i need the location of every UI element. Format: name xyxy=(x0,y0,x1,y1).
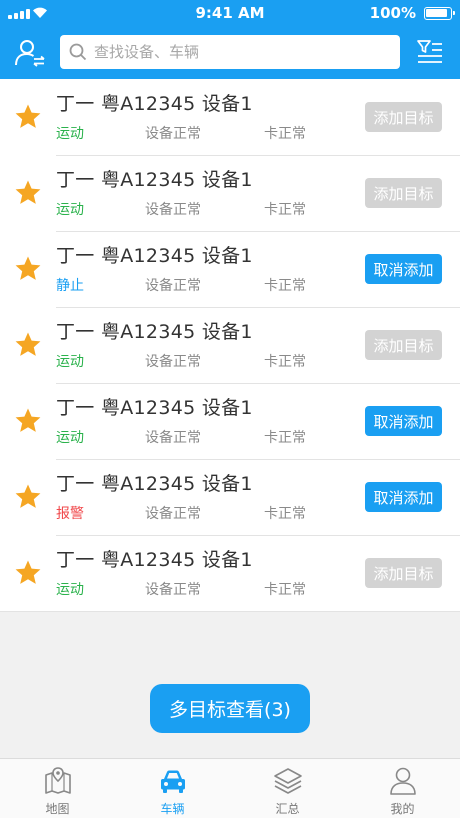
tab-label-map: 地图 xyxy=(45,802,70,816)
card-status: 卡正常 xyxy=(264,354,306,370)
list-item: 丁一 粤A12345 设备1 静止 设备正常 卡正常 取消添加 xyxy=(0,231,460,307)
device-status: 设备正常 xyxy=(145,126,201,142)
vehicle-title: 丁一 粤A12345 设备1 xyxy=(56,473,253,495)
user-switch-icon[interactable] xyxy=(14,38,46,68)
filter-list-icon[interactable] xyxy=(414,38,444,68)
tab-bar: 地图 车辆 汇总 我的 xyxy=(0,758,460,818)
tab-label-summary: 汇总 xyxy=(275,802,300,816)
tab-vehicle[interactable]: 车辆 xyxy=(115,759,230,818)
star-icon[interactable] xyxy=(14,483,42,511)
layers-icon xyxy=(273,768,302,794)
tab-map[interactable]: 地图 xyxy=(0,759,115,818)
vehicle-title: 丁一 粤A12345 设备1 xyxy=(56,321,253,343)
app-header: 9:41 AM 100% xyxy=(0,0,460,79)
tab-label-vehicle: 车辆 xyxy=(160,802,185,816)
target-action-button[interactable]: 取消添加 xyxy=(365,482,442,512)
star-icon[interactable] xyxy=(14,179,42,207)
car-icon xyxy=(160,770,185,793)
motion-status: 报警 xyxy=(56,506,84,522)
person-icon xyxy=(389,767,416,795)
device-status: 设备正常 xyxy=(145,430,201,446)
star-icon[interactable] xyxy=(14,331,42,359)
vehicle-list: 丁一 粤A12345 设备1 运动 设备正常 卡正常 添加目标 丁一 粤A123… xyxy=(0,79,460,612)
search-input[interactable] xyxy=(94,35,390,69)
search-box[interactable] xyxy=(60,35,400,69)
vehicle-title: 丁一 粤A12345 设备1 xyxy=(56,549,253,571)
list-item: 丁一 粤A12345 设备1 运动 设备正常 卡正常 添加目标 xyxy=(0,535,460,611)
card-status: 卡正常 xyxy=(264,582,306,598)
motion-status: 运动 xyxy=(56,430,84,446)
card-status: 卡正常 xyxy=(264,126,306,142)
list-item: 丁一 粤A12345 设备1 运动 设备正常 卡正常 取消添加 xyxy=(0,383,460,459)
multi-target-view-button[interactable]: 多目标查看(3) xyxy=(150,684,310,733)
battery-icon xyxy=(424,7,455,20)
card-status: 卡正常 xyxy=(264,430,306,446)
motion-status: 运动 xyxy=(56,582,84,598)
list-item: 丁一 粤A12345 设备1 运动 设备正常 卡正常 添加目标 xyxy=(0,155,460,231)
list-item: 丁一 粤A12345 设备1 报警 设备正常 卡正常 取消添加 xyxy=(0,459,460,535)
motion-status: 运动 xyxy=(56,354,84,370)
star-icon[interactable] xyxy=(14,559,42,587)
tab-label-mine: 我的 xyxy=(390,802,415,816)
star-icon[interactable] xyxy=(14,103,42,131)
target-action-button[interactable]: 添加目标 xyxy=(365,102,442,132)
card-status: 卡正常 xyxy=(264,506,306,522)
target-action-button[interactable]: 取消添加 xyxy=(365,406,442,436)
status-bar: 9:41 AM 100% xyxy=(0,0,460,26)
target-action-button[interactable]: 取消添加 xyxy=(365,254,442,284)
device-status: 设备正常 xyxy=(145,582,201,598)
device-status: 设备正常 xyxy=(145,202,201,218)
motion-status: 运动 xyxy=(56,126,84,142)
vehicle-title: 丁一 粤A12345 设备1 xyxy=(56,397,253,419)
list-item: 丁一 粤A12345 设备1 运动 设备正常 卡正常 添加目标 xyxy=(0,307,460,383)
star-icon[interactable] xyxy=(14,407,42,435)
vehicle-title: 丁一 粤A12345 设备1 xyxy=(56,169,253,191)
target-action-button[interactable]: 添加目标 xyxy=(365,558,442,588)
tab-summary[interactable]: 汇总 xyxy=(230,759,345,818)
battery-percent: 100% xyxy=(369,4,416,22)
target-action-button[interactable]: 添加目标 xyxy=(365,330,442,360)
card-status: 卡正常 xyxy=(264,202,306,218)
device-status: 设备正常 xyxy=(145,354,201,370)
vehicle-title: 丁一 粤A12345 设备1 xyxy=(56,245,253,267)
motion-status: 静止 xyxy=(56,278,84,294)
vehicle-title: 丁一 粤A12345 设备1 xyxy=(56,93,253,115)
motion-status: 运动 xyxy=(56,202,84,218)
star-icon[interactable] xyxy=(14,255,42,283)
device-status: 设备正常 xyxy=(145,278,201,294)
card-status: 卡正常 xyxy=(264,278,306,294)
list-item: 丁一 粤A12345 设备1 运动 设备正常 卡正常 添加目标 xyxy=(0,79,460,155)
device-status: 设备正常 xyxy=(145,506,201,522)
tab-mine[interactable]: 我的 xyxy=(345,759,460,818)
target-action-button[interactable]: 添加目标 xyxy=(365,178,442,208)
map-icon xyxy=(44,767,71,794)
search-icon xyxy=(69,43,87,61)
